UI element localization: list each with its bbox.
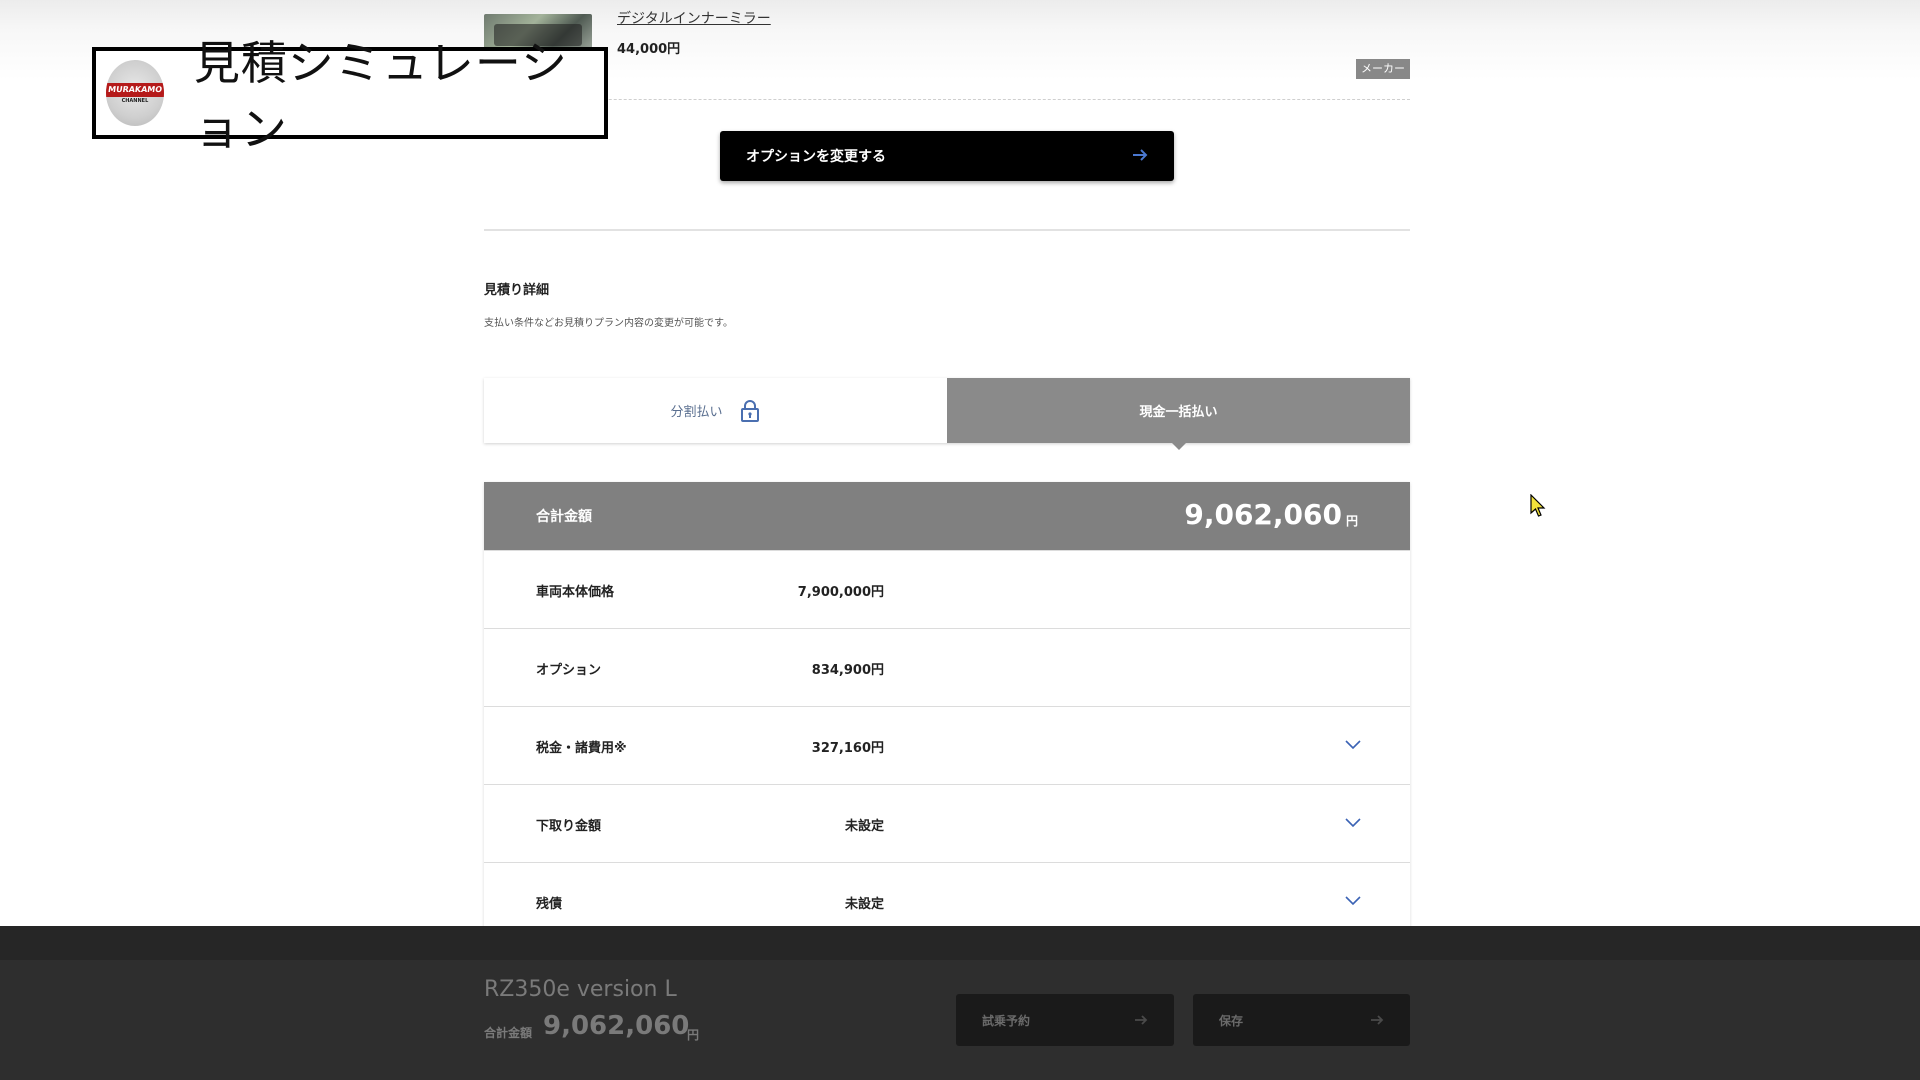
total-amount-label: 合計金額 (536, 509, 592, 525)
row-label: 車両本体価格 (536, 585, 615, 600)
estimate-breakdown: 合計金額 9,062,060 円 車両本体価格 7,900,000円 オプション… (484, 482, 1410, 940)
bottom-bar-strip (0, 926, 1920, 960)
row-label: オプション (536, 663, 602, 678)
row-value: 327,160円 (811, 741, 884, 756)
arrow-right-icon (1133, 149, 1148, 161)
chevron-down-icon[interactable] (1344, 816, 1362, 828)
breakdown-row-taxes-fees[interactable]: 税金・諸費用※ 327,160円 (484, 706, 1410, 784)
row-value: 7,900,000円 (797, 585, 884, 600)
arrow-right-icon (1371, 1015, 1384, 1025)
breakdown-row-options: オプション 834,900円 (484, 628, 1410, 706)
estimate-details-title: 見積り詳細 (484, 283, 550, 298)
option-name-link[interactable]: デジタルインナーミラー (617, 8, 771, 28)
tab-cash-lump-sum[interactable]: 現金一括払い (947, 378, 1410, 450)
change-option-button[interactable]: オプションを変更する (720, 131, 1174, 181)
channel-title-overlay: MURAKAMO CHANNEL 見積シミュレーション (92, 36, 608, 156)
save-button[interactable]: 保存 (1193, 994, 1410, 1046)
bottom-total-amount: 9,062,060 (543, 1011, 690, 1041)
channel-logo-text: MURAKAMO (106, 82, 164, 97)
overlay-title-text: 見積シミュレーション (193, 36, 568, 156)
breakdown-row-trade-in[interactable]: 下取り金額 未設定 (484, 784, 1410, 862)
mouse-cursor-icon (1530, 494, 1546, 517)
row-value: 未設定 (844, 819, 884, 834)
row-label: 下取り金額 (536, 819, 602, 834)
chevron-down-icon[interactable] (1344, 738, 1362, 750)
row-label: 残債 (536, 897, 563, 912)
lock-icon (740, 399, 759, 422)
estimate-details-description: 支払い条件などお見積りプラン内容の変更が可能です。 (484, 318, 733, 329)
test-drive-button[interactable]: 試乗予約 (956, 994, 1174, 1046)
section-divider (484, 229, 1410, 231)
arrow-right-icon (1135, 1015, 1148, 1025)
bottom-total-unit: 円 (687, 1028, 700, 1042)
total-amount-row: 合計金額 9,062,060 円 (484, 482, 1410, 550)
maker-badge: メーカー (1356, 59, 1410, 79)
option-price: 44,000円 (617, 42, 681, 57)
save-label: 保存 (1219, 1013, 1244, 1028)
row-value: 834,900円 (811, 663, 884, 678)
tab-installment-label: 分割払い (670, 405, 723, 420)
channel-logo-sub: CHANNEL (121, 97, 149, 104)
model-name: RZ350e version L (484, 977, 677, 1002)
row-value: 未設定 (844, 897, 884, 912)
total-amount-unit: 円 (1345, 514, 1358, 528)
chevron-down-icon[interactable] (1344, 894, 1362, 906)
row-label: 税金・諸費用※ (536, 741, 627, 756)
test-drive-label: 試乗予約 (982, 1013, 1031, 1028)
payment-method-tabs: 分割払い 現金一括払い (484, 378, 1410, 450)
change-option-label: オプションを変更する (746, 149, 886, 165)
tab-installment[interactable]: 分割払い (484, 378, 947, 443)
channel-logo: MURAKAMO CHANNEL (106, 60, 164, 126)
breakdown-row-vehicle-price: 車両本体価格 7,900,000円 (484, 550, 1410, 628)
tab-cash-label: 現金一括払い (1139, 405, 1218, 420)
bottom-total-label: 合計金額 (484, 1026, 533, 1040)
total-amount-value: 9,062,060 (1184, 498, 1342, 531)
option-list-item: デジタルインナーミラー 44,000円 メーカー (484, 0, 1410, 100)
